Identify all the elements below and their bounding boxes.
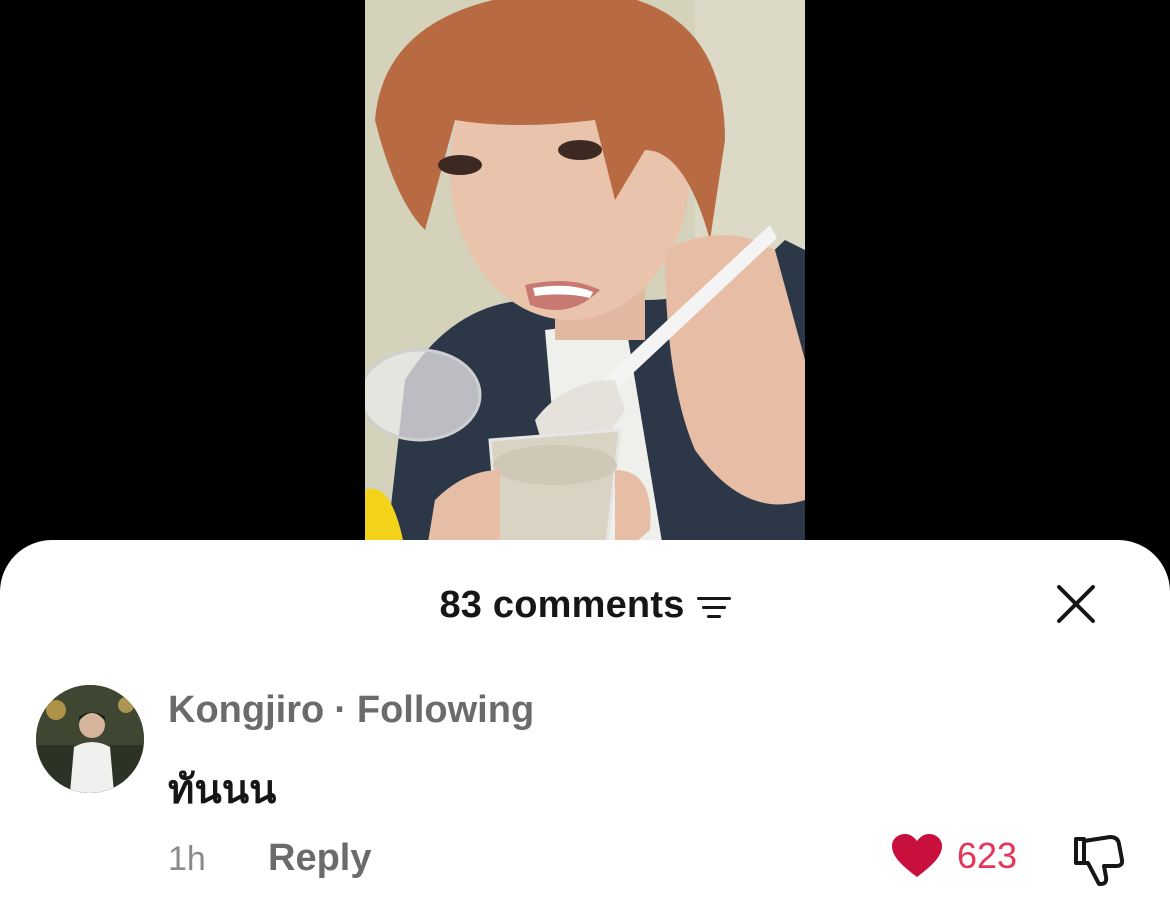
comment-header: Kongjiro · Following [168,689,534,732]
close-icon[interactable] [1052,580,1100,628]
heart-icon [892,834,942,877]
video-player[interactable] [365,0,805,560]
video-frame-illustration [365,0,805,560]
reply-button[interactable]: Reply [268,837,371,880]
avatar-image [36,685,144,793]
comment-text: ทันนน [168,768,277,812]
like-button[interactable]: 623 [891,833,1017,879]
avatar[interactable] [36,685,144,793]
comment-sheet-header: 83 comments [0,580,1170,630]
comment-username[interactable]: Kongjiro [168,689,324,731]
comments-count: 83 comments [439,583,685,626]
sort-icon[interactable] [696,592,731,622]
following-label: Following [356,689,535,731]
like-count: 623 [957,835,1018,876]
comment-item: Kongjiro · Following ทันนน 1h Reply 623 [36,685,1136,905]
comment-sheet: 83 comments Kongjiro · Following ทันนน 1… [0,540,1170,918]
screen: 83 comments Kongjiro · Following ทันนน 1… [0,0,1170,918]
separator-dot: · [334,689,347,731]
thumbs-down-icon[interactable] [1070,833,1126,887]
comment-timestamp: 1h [168,840,206,878]
